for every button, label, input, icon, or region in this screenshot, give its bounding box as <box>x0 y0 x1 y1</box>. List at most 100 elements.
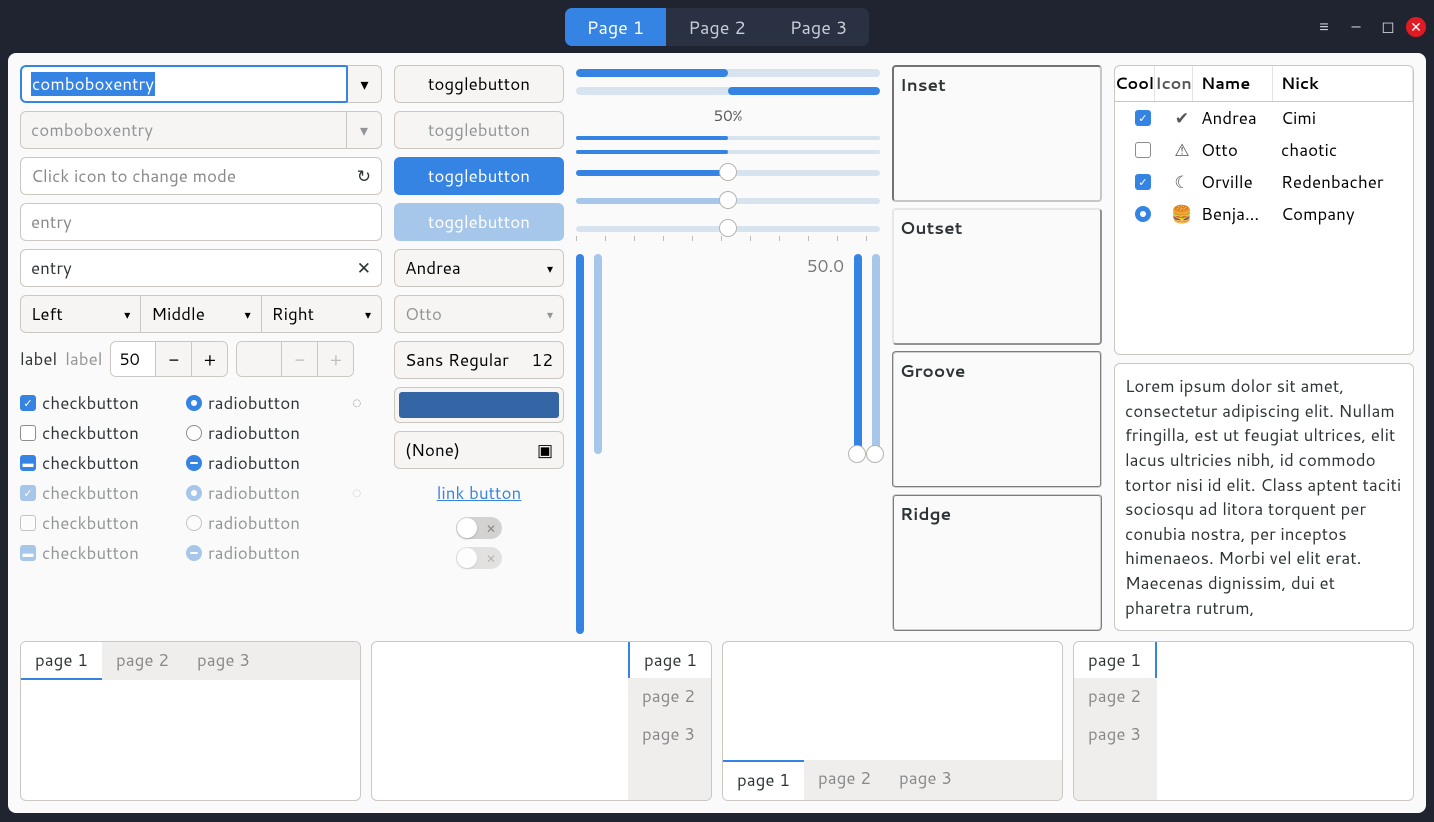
checkbutton-checked[interactable]: ✓checkbutton <box>20 391 176 415</box>
radiobutton-unchecked[interactable]: radiobutton <box>186 421 342 445</box>
table-row[interactable]: ✓ ✔ Andrea Cimi <box>1115 102 1413 134</box>
vertical-scale-3[interactable] <box>854 254 862 454</box>
row-checkbox[interactable] <box>1135 142 1151 158</box>
switch-off-icon: ✕ <box>486 520 496 537</box>
segmented-control: Left▾ Middle▾ Right▾ <box>20 295 382 333</box>
frame-outset: Outset <box>892 208 1102 345</box>
spinner-icon: ◌ <box>352 481 382 505</box>
chevron-down-icon: ▾ <box>245 306 251 323</box>
treeview[interactable]: Cool Icon Name Nick ✓ ✔ Andrea Cimi ⚠ Ot… <box>1114 65 1414 355</box>
segment-middle[interactable]: Middle▾ <box>141 295 261 333</box>
titlebar-tab-page3[interactable]: Page 3 <box>768 8 870 46</box>
radiobutton-checked[interactable]: radiobutton <box>186 391 342 415</box>
column-cool[interactable]: Cool <box>1115 66 1155 101</box>
progressbar-2-rtl <box>576 87 880 95</box>
notebook-right: page 1 page 2 page 3 <box>371 641 712 801</box>
horizontal-scale-1[interactable] <box>576 170 880 176</box>
file-chooser-button[interactable]: (None)▣ <box>394 431 564 469</box>
close-icon[interactable]: ✕ <box>1406 17 1426 37</box>
notebooks-row: page 1 page 2 page 3 page 1 page 2 page … <box>20 641 1414 801</box>
table-row[interactable]: 🍔 Benja... Company <box>1115 198 1413 230</box>
segment-right[interactable]: Right▾ <box>262 295 382 333</box>
menu-icon[interactable]: ≡ <box>1310 13 1338 41</box>
notebook-tab[interactable]: page 2 <box>102 642 183 680</box>
titlebar-tab-page1[interactable]: Page 1 <box>565 8 667 46</box>
column-icon[interactable]: Icon <box>1155 66 1193 101</box>
color-swatch <box>399 392 559 418</box>
levelbar-2 <box>576 150 880 154</box>
vertical-scale-disabled <box>594 254 602 454</box>
spinbutton: 50 − + <box>110 341 228 377</box>
chevron-down-icon[interactable]: ▾ <box>346 65 382 103</box>
minimize-icon[interactable]: – <box>1342 13 1370 41</box>
checkbutton-indeterminate[interactable]: ▬checkbutton <box>20 451 176 475</box>
segment-left[interactable]: Left▾ <box>20 295 141 333</box>
column-name[interactable]: Name <box>1193 66 1273 101</box>
horizontal-scale-disabled <box>576 198 880 204</box>
color-button[interactable] <box>394 387 564 423</box>
comboboxentry-disabled: comboboxentry ▾ <box>20 111 382 149</box>
table-row[interactable]: ⚠ Otto chaotic <box>1115 134 1413 166</box>
checkbutton-unchecked[interactable]: checkbutton <box>20 421 176 445</box>
clear-icon[interactable]: ✕ <box>357 256 371 280</box>
notebook-tab[interactable]: page 3 <box>183 642 264 680</box>
progress-group: 50% <box>576 65 880 238</box>
row-radio[interactable] <box>1135 206 1151 222</box>
label-spin-row: label label 50 − + − + <box>20 341 382 377</box>
entry-with-clear[interactable]: entry ✕ <box>20 249 382 287</box>
font-button[interactable]: Sans Regular12 <box>394 341 564 379</box>
progress-label: 50% <box>576 105 880 126</box>
checkbutton-unchecked-disabled: checkbutton <box>20 511 176 535</box>
notebook-tab[interactable]: page 1 <box>21 642 102 680</box>
table-row[interactable]: ✓ ☾ Orville Redenbacher <box>1115 166 1413 198</box>
dropdown-andrea[interactable]: Andrea▾ <box>394 249 564 287</box>
treeview-header: Cool Icon Name Nick <box>1115 66 1413 102</box>
notebook-tab[interactable]: page 1 <box>1074 642 1157 678</box>
notebook-tabs: page 1 page 2 page 3 <box>628 642 711 800</box>
switch[interactable]: ✕ <box>456 517 502 539</box>
notebook-tab[interactable]: page 2 <box>1074 678 1157 716</box>
spin-minus-icon[interactable]: − <box>155 342 191 376</box>
notebook-top: page 1 page 2 page 3 <box>20 641 361 801</box>
vertical-scale-1[interactable] <box>576 254 584 634</box>
notebook-tab[interactable]: page 2 <box>628 678 711 716</box>
radiobutton-indeterminate[interactable]: radiobutton <box>186 451 342 475</box>
notebook-tabs: page 1 page 2 page 3 <box>1074 642 1157 800</box>
textview[interactable]: Lorem ipsum dolor sit amet, consectetur … <box>1114 363 1414 631</box>
notebook-tab[interactable]: page 3 <box>628 716 711 754</box>
spin-plus-icon[interactable]: + <box>191 342 227 376</box>
spinner-icon: ◌ <box>352 391 382 415</box>
notebook-content <box>21 680 360 800</box>
row-checkbox[interactable]: ✓ <box>1135 174 1151 190</box>
entry-placeholder[interactable]: entry <box>20 203 382 241</box>
maximize-icon[interactable]: ◻ <box>1374 13 1402 41</box>
togglebutton[interactable]: togglebutton <box>394 65 564 103</box>
horizontal-scale-marks[interactable] <box>576 226 880 232</box>
row-checkbox[interactable]: ✓ <box>1135 110 1151 126</box>
notebook-content <box>723 642 1062 760</box>
chevron-down-icon: ▾ <box>346 111 382 149</box>
radiobutton-indeterminate-disabled: radiobutton <box>186 541 342 565</box>
notebook-tab[interactable]: page 3 <box>1074 716 1157 754</box>
spinbutton-value[interactable]: 50 <box>111 342 155 376</box>
notebook-tab[interactable]: page 1 <box>723 760 804 800</box>
column-nick[interactable]: Nick <box>1273 66 1413 101</box>
main-row: comboboxentry ▾ comboboxentry ▾ Click ic… <box>20 65 1414 631</box>
notebook-tab[interactable]: page 3 <box>885 760 966 800</box>
refresh-icon[interactable]: ↻ <box>357 164 371 188</box>
notebook-tab[interactable]: page 2 <box>804 760 885 800</box>
togglebutton-active[interactable]: togglebutton <box>394 157 564 195</box>
link-button[interactable]: link button <box>394 477 564 509</box>
notebook-tab[interactable]: page 1 <box>628 642 711 678</box>
mode-entry[interactable]: Click icon to change mode ↻ <box>20 157 382 195</box>
spinbutton-disabled: − + <box>236 341 354 377</box>
vertical-sliders: 50.0 <box>576 246 880 634</box>
comboboxentry-input[interactable]: comboboxentry <box>20 65 346 103</box>
notebook-tabs: page 1 page 2 page 3 <box>723 760 1062 800</box>
spinbutton-disabled-value <box>237 342 281 376</box>
dropdown-otto-disabled: Otto▾ <box>394 295 564 333</box>
titlebar-tabs: Page 1 Page 2 Page 3 <box>565 8 870 46</box>
chevron-down-icon: ▾ <box>365 306 371 323</box>
notebook-content <box>1157 642 1413 800</box>
titlebar-tab-page2[interactable]: Page 2 <box>666 8 768 46</box>
